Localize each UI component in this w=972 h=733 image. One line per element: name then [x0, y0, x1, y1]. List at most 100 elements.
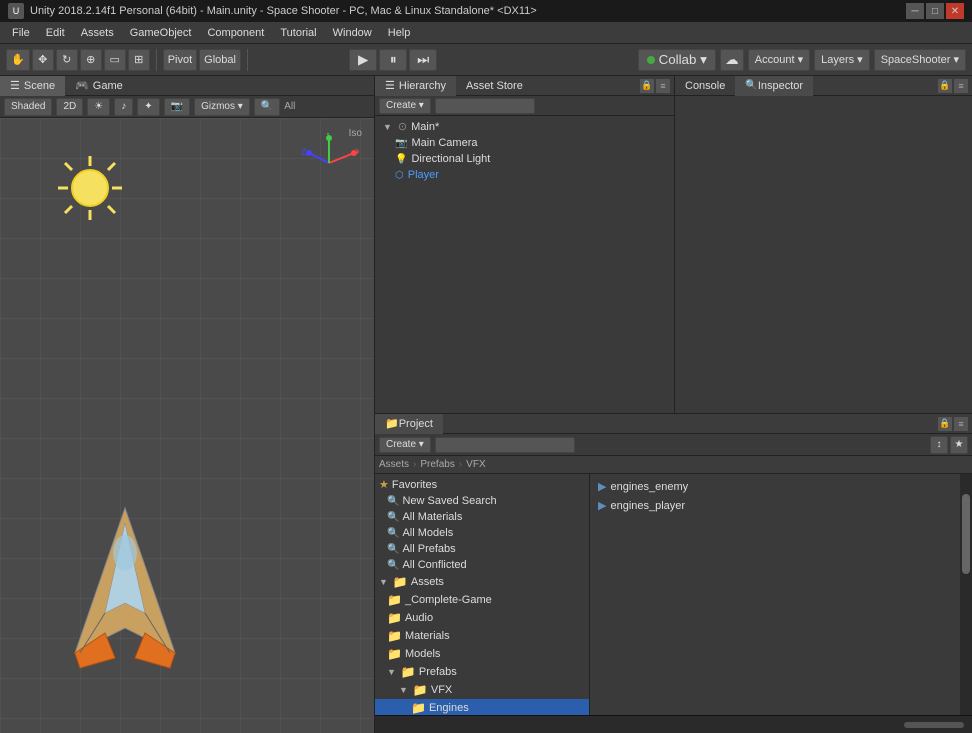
- pause-button[interactable]: ⏸: [379, 49, 407, 71]
- search-icon-5: 🔍: [387, 560, 399, 571]
- project-menu-button[interactable]: ≡: [954, 417, 968, 431]
- svg-text:Z: Z: [301, 147, 307, 157]
- pivot-button[interactable]: Pivot: [163, 49, 197, 71]
- move-tool-button[interactable]: ✥: [32, 49, 54, 71]
- assets-expand-icon: ▼: [379, 577, 388, 587]
- menu-bar: File Edit Assets GameObject Component Tu…: [0, 22, 972, 44]
- account-button[interactable]: Account ▾: [748, 49, 810, 71]
- toolbar: ✋ ✥ ↻ ⊕ ▭ ⊞ Pivot Global ▶ ⏸ ⏭ Collab ▾ …: [0, 44, 972, 76]
- scroll-thumb: [962, 494, 970, 574]
- project-create-button[interactable]: Create ▾: [379, 437, 431, 453]
- project-lock-button[interactable]: 🔒: [938, 417, 952, 431]
- player-spaceship[interactable]: [60, 503, 190, 673]
- menu-window[interactable]: Window: [325, 25, 380, 41]
- window-controls[interactable]: ─ □ ✕: [906, 3, 964, 19]
- tab-project[interactable]: 📁 Project: [375, 414, 443, 434]
- proj-audio[interactable]: 📁 Audio: [375, 609, 589, 627]
- proj-models[interactable]: 📁 Models: [375, 645, 589, 663]
- 2d-button[interactable]: 2D: [56, 98, 83, 116]
- layers-button[interactable]: Layers ▾: [814, 49, 870, 71]
- project-star-button[interactable]: ★: [950, 436, 968, 454]
- close-button[interactable]: ✕: [946, 3, 964, 19]
- menu-edit[interactable]: Edit: [38, 25, 73, 41]
- main-area: ☰ Scene 🎮 Game Shaded 2D ☀ ♪ ✦ 📷 Gizmos …: [0, 76, 972, 733]
- hierarchy-search-input[interactable]: [435, 98, 535, 114]
- proj-new-saved-search[interactable]: 🔍 New Saved Search: [375, 493, 589, 509]
- hand-tool-button[interactable]: ✋: [6, 49, 30, 71]
- scene-canvas[interactable]: X Z Y Iso: [0, 118, 374, 733]
- proj-complete-game[interactable]: 📁 _Complete-Game: [375, 591, 589, 609]
- maximize-button[interactable]: □: [926, 3, 944, 19]
- proj-favorites-header[interactable]: ★ Favorites: [375, 476, 589, 493]
- project-toolbar-right: ↕ ★: [930, 436, 968, 454]
- menu-tutorial[interactable]: Tutorial: [272, 25, 324, 41]
- hier-directional-light[interactable]: 💡 Directional Light: [387, 151, 674, 167]
- global-button[interactable]: Global: [199, 49, 241, 71]
- menu-component[interactable]: Component: [199, 25, 272, 41]
- tab-inspector[interactable]: 🔍 Inspector: [735, 76, 813, 96]
- proj-all-models[interactable]: 🔍 All Models: [375, 525, 589, 541]
- proj-vfx[interactable]: ▼ 📁 VFX: [375, 681, 589, 699]
- spaceshooter-button[interactable]: SpaceShooter ▾: [874, 49, 966, 71]
- inspector-menu-button[interactable]: ≡: [954, 79, 968, 93]
- scene-effects-button[interactable]: ✦: [137, 98, 159, 116]
- scene-audio-button[interactable]: ♪: [114, 98, 133, 116]
- hierarchy-panel-controls: 🔒 ≡: [640, 79, 670, 93]
- breadcrumb-prefabs[interactable]: Prefabs: [420, 459, 454, 470]
- search-icon-4: 🔍: [387, 544, 399, 555]
- project-toolbar: Create ▾ ↕ ★: [375, 434, 972, 456]
- menu-file[interactable]: File: [4, 25, 38, 41]
- collab-button[interactable]: Collab ▾: [638, 49, 716, 71]
- proj-assets-header[interactable]: ▼ 📁 Assets: [375, 573, 589, 591]
- hierarchy-menu-button[interactable]: ≡: [656, 79, 670, 93]
- shaded-button[interactable]: Shaded: [4, 98, 52, 116]
- proj-engines[interactable]: 📁 Engines: [375, 699, 589, 715]
- sun-object[interactable]: [50, 148, 130, 228]
- hierarchy-icon: ☰: [385, 79, 395, 92]
- scene-toolbar: Shaded 2D ☀ ♪ ✦ 📷 Gizmos ▾ 🔍 All: [0, 96, 374, 118]
- breadcrumb-vfx[interactable]: VFX: [466, 459, 485, 470]
- hierarchy-create-button[interactable]: Create ▾: [379, 98, 431, 114]
- breadcrumb-assets[interactable]: Assets: [379, 459, 409, 470]
- player-icon: ⬡: [395, 170, 404, 181]
- step-button[interactable]: ⏭: [409, 49, 437, 71]
- tab-game[interactable]: 🎮 Game: [65, 76, 133, 96]
- hier-main-camera[interactable]: 📷 Main Camera: [387, 135, 674, 151]
- project-sort-button[interactable]: ↕: [930, 436, 948, 454]
- expand-arrow-main: ▼: [383, 122, 392, 132]
- play-button[interactable]: ▶: [349, 49, 377, 71]
- rect-tool-button[interactable]: ▭: [104, 49, 126, 71]
- hierarchy-lock-button[interactable]: 🔒: [640, 79, 654, 93]
- minimize-button[interactable]: ─: [906, 3, 924, 19]
- menu-gameobject[interactable]: GameObject: [122, 25, 200, 41]
- tab-asset-store[interactable]: Asset Store: [456, 76, 533, 96]
- proj-all-prefabs[interactable]: 🔍 All Prefabs: [375, 541, 589, 557]
- inspector-lock-button[interactable]: 🔒: [938, 79, 952, 93]
- rotate-tool-button[interactable]: ↻: [56, 49, 78, 71]
- scene-game-tabs: ☰ Scene 🎮 Game: [0, 76, 374, 96]
- project-search-input[interactable]: [435, 437, 575, 453]
- proj-all-materials[interactable]: 🔍 All Materials: [375, 509, 589, 525]
- zoom-slider[interactable]: [904, 722, 964, 728]
- hier-main-scene[interactable]: ▼ ⊙ Main*: [375, 118, 674, 135]
- cloud-button[interactable]: ☁: [720, 49, 744, 71]
- project-scrollbar[interactable]: [960, 474, 972, 715]
- menu-help[interactable]: Help: [380, 25, 419, 41]
- hier-player[interactable]: ⬡ Player: [387, 167, 674, 183]
- prefabs-expand-icon: ▼: [387, 667, 396, 677]
- gizmos-button[interactable]: Gizmos ▾: [194, 98, 250, 116]
- tab-console[interactable]: Console: [675, 76, 735, 96]
- scene-search-button[interactable]: 🔍: [254, 98, 280, 116]
- asset-engines-player[interactable]: ▶ engines_player: [594, 497, 956, 514]
- asset-engines-enemy[interactable]: ▶ engines_enemy: [594, 478, 956, 495]
- proj-all-conflicted[interactable]: 🔍 All Conflicted: [375, 557, 589, 573]
- proj-prefabs[interactable]: ▼ 📁 Prefabs: [375, 663, 589, 681]
- multi-tool-button[interactable]: ⊞: [128, 49, 150, 71]
- scene-camera-button[interactable]: 📷: [164, 98, 190, 116]
- tab-scene[interactable]: ☰ Scene: [0, 76, 65, 96]
- tab-hierarchy[interactable]: ☰ Hierarchy: [375, 76, 456, 96]
- scene-lighting-button[interactable]: ☀: [87, 98, 110, 116]
- proj-materials[interactable]: 📁 Materials: [375, 627, 589, 645]
- menu-assets[interactable]: Assets: [73, 25, 122, 41]
- scale-tool-button[interactable]: ⊕: [80, 49, 102, 71]
